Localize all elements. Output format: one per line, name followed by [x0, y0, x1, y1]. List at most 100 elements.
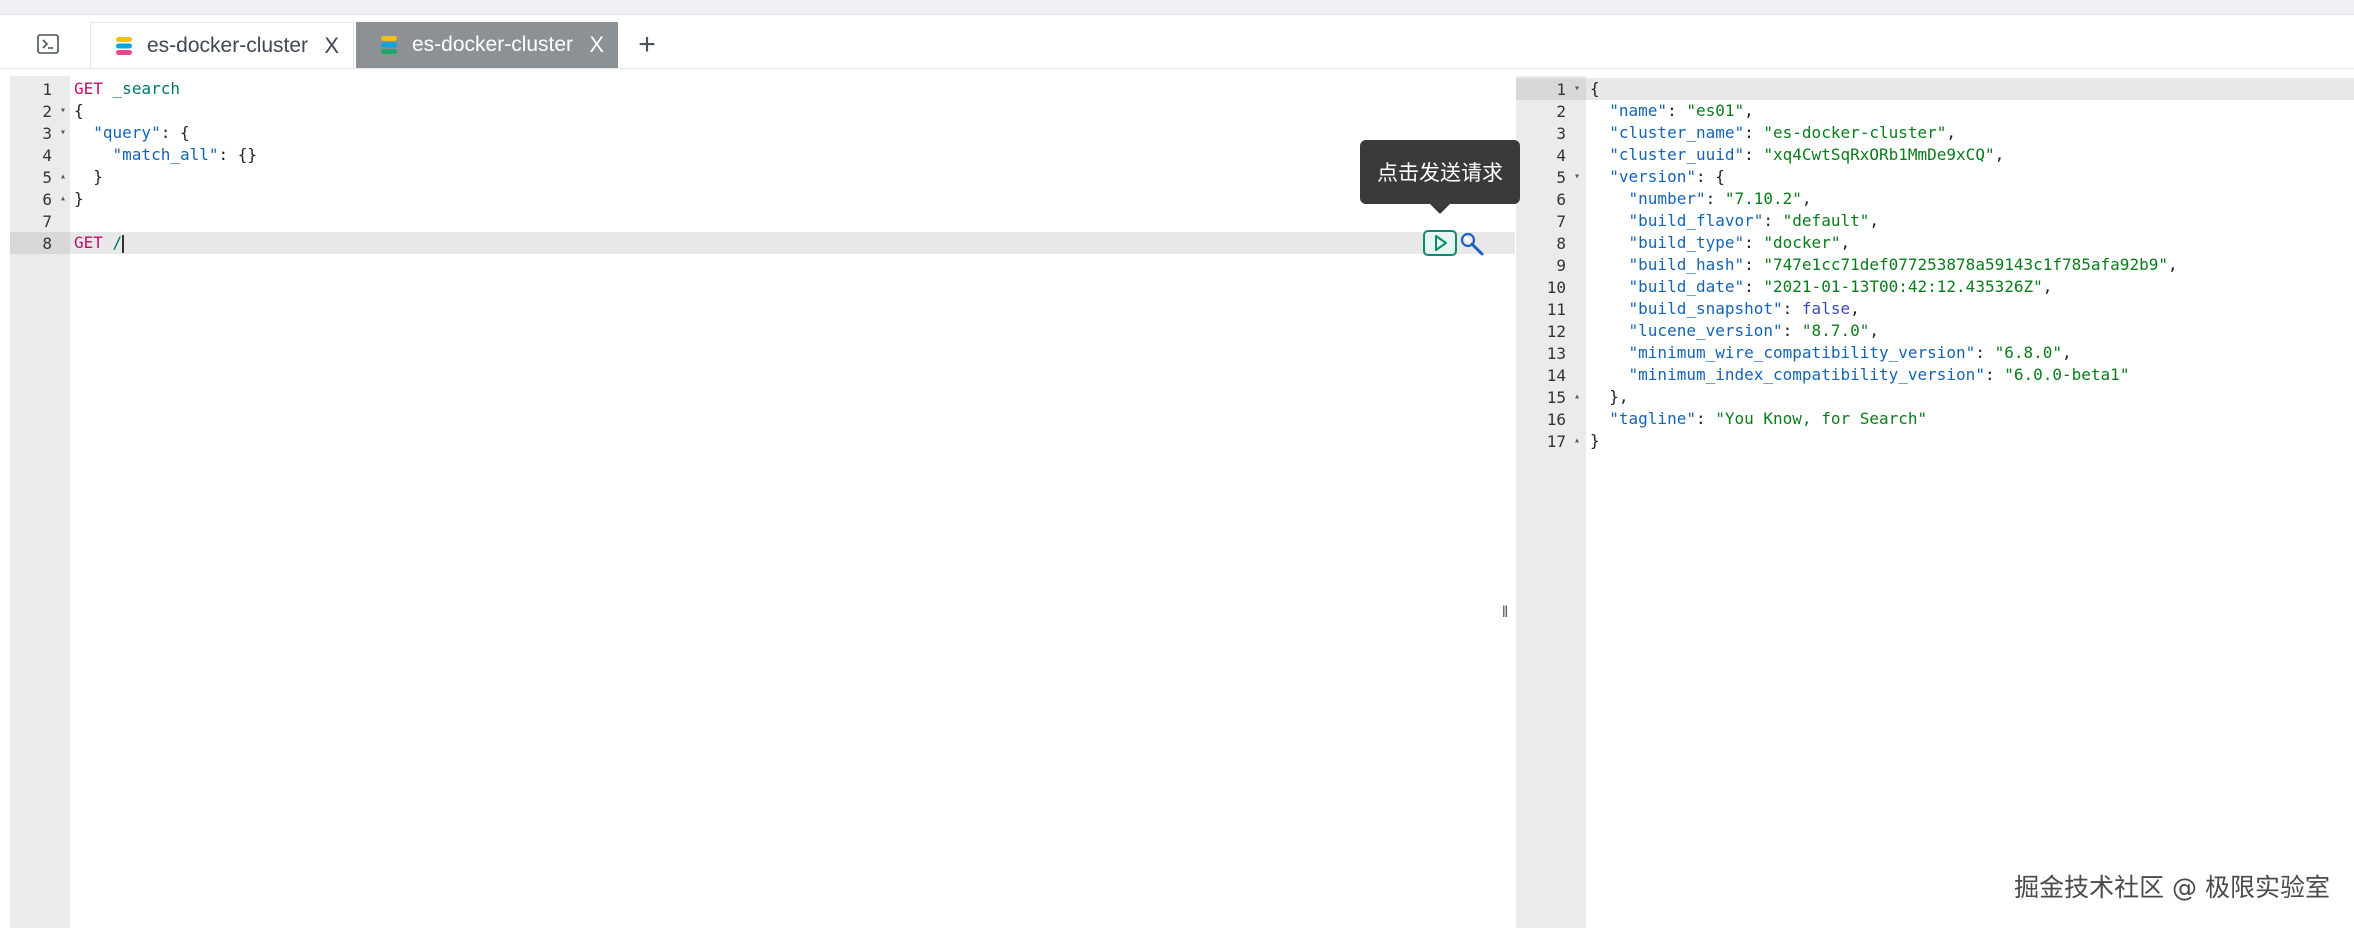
- response-viewer: 1 ▾ 2 3 4 5 ▾ 6 7 8 9 10 11 12 13 14 15 ▴ 16 17 ▴ { "name": …: [1516, 76, 2354, 928]
- wrench-icon[interactable]: [1459, 231, 1485, 257]
- line-number-text: 3: [1556, 124, 1566, 143]
- code-line: "build_type": "docker",: [1586, 232, 2354, 254]
- fold-close-icon[interactable]: ▴: [1574, 432, 1580, 450]
- code-token: }: [74, 167, 103, 186]
- line-number-text: 6: [42, 190, 52, 209]
- request-editor-code[interactable]: GET _search{ "query": { "match_all": {} …: [70, 76, 1515, 928]
- line-number-text: 4: [1556, 146, 1566, 165]
- code-line: "match_all": {}: [70, 144, 1515, 166]
- code-line: "build_hash": "747e1cc71def077253878a591…: [1586, 254, 2354, 276]
- tab-es-docker-cluster-1[interactable]: es-docker-cluster X: [90, 22, 354, 68]
- code-token: ,: [1801, 189, 1812, 208]
- code-token: :: [1744, 145, 1764, 164]
- code-token: :: [1744, 233, 1764, 252]
- code-token: /: [112, 233, 123, 252]
- console-icon[interactable]: [36, 34, 60, 54]
- code-token: : {: [1695, 167, 1725, 186]
- line-number: 3: [1516, 122, 1586, 144]
- line-number: 17 ▴: [1516, 430, 1586, 452]
- code-token: "es-docker-cluster": [1763, 123, 1947, 142]
- code-line: "cluster_uuid": "xq4CwtSqRxORb1MmDe9xCQ"…: [1586, 144, 2354, 166]
- code-token: "docker": [1763, 233, 1841, 252]
- code-token: "es01": [1686, 101, 1745, 120]
- line-number-text: 2: [42, 102, 52, 121]
- code-token: : {}: [218, 145, 258, 164]
- fold-open-icon[interactable]: ▾: [60, 102, 66, 120]
- line-number: 7: [10, 210, 70, 232]
- line-number: 1: [10, 78, 70, 100]
- line-number: 13: [1516, 342, 1586, 364]
- tab-es-docker-cluster-2[interactable]: es-docker-cluster X: [356, 22, 618, 68]
- line-number: 16: [1516, 408, 1586, 430]
- code-line: {: [1586, 78, 2354, 100]
- code-line: "minimum_index_compatibility_version": "…: [1586, 364, 2354, 386]
- code-token: :: [1984, 365, 2005, 384]
- line-number-text: 8: [1556, 234, 1566, 253]
- line-number-text: 7: [42, 212, 52, 231]
- code-token: {: [74, 101, 84, 120]
- line-number-text: 11: [1546, 300, 1566, 319]
- fold-open-icon[interactable]: ▾: [60, 124, 66, 142]
- fold-close-icon[interactable]: ▴: [60, 190, 66, 208]
- code-line: }: [1586, 430, 2354, 452]
- code-token: ,: [2167, 255, 2178, 274]
- line-number-text: 8: [42, 234, 52, 253]
- line-number-text: 1: [1556, 80, 1566, 99]
- elasticsearch-logo-icon: [116, 36, 132, 55]
- code-line: "build_flavor": "default",: [1586, 210, 2354, 232]
- line-number: 10: [1516, 276, 1586, 298]
- line-number-text: 12: [1546, 322, 1566, 341]
- line-number-text: 4: [42, 146, 52, 165]
- pane-resizer-handle[interactable]: ‖: [1500, 602, 1510, 624]
- code-token: _search: [112, 79, 180, 98]
- code-line: }: [70, 166, 1515, 188]
- line-number: 7: [1516, 210, 1586, 232]
- line-number: 8: [1516, 232, 1586, 254]
- request-editor[interactable]: 1 2 ▾ 3 ▾ 4 5 ▴ 6 ▴ 7 8 GET _search{ "query": { "ma…: [10, 76, 1515, 928]
- close-tab-icon[interactable]: X: [324, 34, 339, 57]
- line-number: 4: [10, 144, 70, 166]
- fold-close-icon[interactable]: ▴: [60, 168, 66, 186]
- code-token: ,: [2042, 277, 2053, 296]
- fold-open-icon[interactable]: ▾: [1574, 80, 1580, 98]
- code-token: :: [1782, 321, 1802, 340]
- code-token: :: [1782, 299, 1802, 318]
- code-token: :: [1975, 343, 1995, 362]
- response-viewer-code: { "name": "es01", "cluster_name": "es-do…: [1586, 76, 2354, 928]
- fold-close-icon[interactable]: ▴: [1574, 388, 1580, 406]
- line-number: 14: [1516, 364, 1586, 386]
- code-token: ,: [1744, 101, 1754, 120]
- code-token: "build_flavor": [1628, 211, 1764, 230]
- close-tab-icon[interactable]: X: [589, 34, 604, 56]
- add-tab-button[interactable]: +: [634, 30, 660, 60]
- code-line: "version": {: [1586, 166, 2354, 188]
- code-token: "xq4CwtSqRxORb1MmDe9xCQ": [1763, 145, 1995, 164]
- code-token: :: [1667, 101, 1687, 120]
- line-number: 11: [1516, 298, 1586, 320]
- code-token: },: [1590, 387, 1629, 406]
- code-token: :: [1744, 277, 1764, 296]
- code-token: {: [1590, 79, 1600, 98]
- code-token: "tagline": [1609, 409, 1696, 428]
- fold-open-icon[interactable]: ▾: [1574, 168, 1580, 186]
- line-number-text: 10: [1546, 278, 1566, 297]
- code-line: "lucene_version": "8.7.0",: [1586, 320, 2354, 342]
- play-icon[interactable]: [1423, 230, 1457, 256]
- line-number-text: 9: [1556, 256, 1566, 275]
- code-token: ,: [1869, 211, 1879, 230]
- line-number: 6 ▴: [10, 188, 70, 210]
- code-token: :: [1763, 211, 1783, 230]
- code-token: ,: [1850, 299, 1860, 318]
- code-token: "6.8.0": [1994, 343, 2063, 362]
- code-token: "8.7.0": [1801, 321, 1870, 340]
- line-number-text: 3: [42, 124, 52, 143]
- code-token: "lucene_version": [1628, 321, 1783, 340]
